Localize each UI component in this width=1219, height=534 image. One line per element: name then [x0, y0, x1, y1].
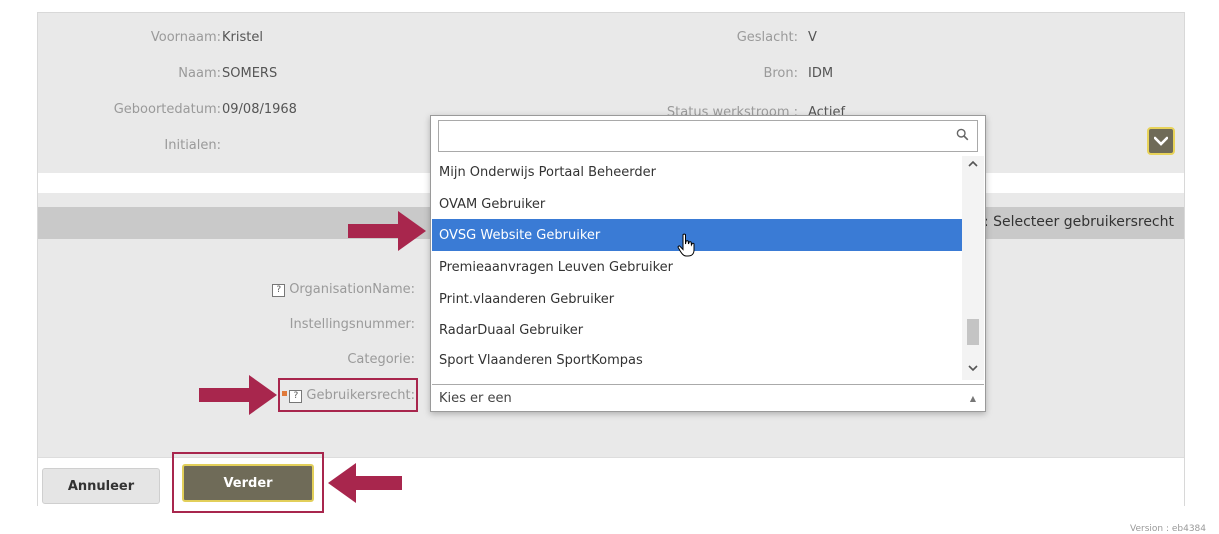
search-icon: [956, 128, 969, 145]
arrow-right-icon: [199, 375, 277, 415]
geslacht-label: Geslacht:: [736, 30, 798, 45]
instellingsnummer-label: Instellingsnummer:: [289, 317, 415, 332]
step-title: 3: Selecteer gebruikersrecht: [975, 214, 1174, 230]
caret-up-icon: ▲: [969, 394, 976, 403]
expand-toggle-button[interactable]: [1147, 127, 1175, 155]
dropdown-option[interactable]: Premieaanvragen Leuven Gebruiker: [432, 251, 962, 283]
initialen-label: Initialen:: [164, 138, 221, 153]
gebruikersrecht-label: ? Gebruikersrecht:: [282, 388, 415, 403]
dropdown-scrollbar[interactable]: [962, 156, 984, 380]
select-placeholder: Kies er een: [439, 391, 512, 406]
voornaam-label: Voornaam:: [150, 30, 221, 45]
dropdown-option-selected[interactable]: OVSG Website Gebruiker: [432, 219, 962, 251]
verder-button[interactable]: Verder: [182, 464, 314, 502]
chevron-down-icon[interactable]: [967, 364, 979, 372]
gebruikersrecht-select[interactable]: Kies er een ▲: [432, 384, 984, 411]
arrow-right-icon: [348, 211, 426, 251]
dropdown-option[interactable]: Sport Vlaanderen SportKompas: [432, 344, 962, 376]
hand-pointer-icon: [677, 233, 695, 257]
dropdown-option[interactable]: Mijn Onderwijs Portaal Beheerder: [432, 156, 962, 188]
arrow-left-icon: [328, 463, 402, 503]
required-marker: [282, 391, 288, 396]
organisation-name-label: ? OrganisationName:: [272, 282, 415, 297]
bron-value: IDM: [808, 66, 834, 81]
dropdown-search-box[interactable]: [438, 120, 978, 152]
organisation-name-text: OrganisationName:: [289, 282, 415, 297]
scrollbar-thumb[interactable]: [967, 319, 979, 345]
chevron-up-icon[interactable]: [967, 160, 979, 168]
naam-value: SOMERS: [222, 66, 278, 81]
geboortedatum-label: Geboortedatum:: [113, 102, 221, 117]
dropdown-option[interactable]: OVAM Gebruiker: [432, 188, 962, 220]
categorie-label: Categorie:: [347, 352, 415, 367]
dropdown-search-input[interactable]: [445, 125, 949, 149]
help-icon[interactable]: ?: [272, 284, 286, 297]
geboortedatum-value: 09/08/1968: [222, 102, 297, 117]
gebruikersrecht-text: Gebruikersrecht:: [306, 388, 415, 403]
dropdown-option[interactable]: Print.vlaanderen Gebruiker: [432, 283, 962, 315]
gebruikersrecht-dropdown[interactable]: Mijn Onderwijs Portaal Beheerder OVAM Ge…: [430, 115, 986, 412]
naam-label: Naam:: [178, 66, 221, 81]
dropdown-option[interactable]: RadarDuaal Gebruiker: [432, 314, 962, 346]
voornaam-value: Kristel: [222, 30, 263, 45]
annuleer-button[interactable]: Annuleer: [42, 468, 160, 504]
chevron-down-icon: [1154, 136, 1168, 146]
geslacht-value: V: [808, 30, 817, 45]
help-icon[interactable]: ?: [289, 390, 303, 403]
bron-label: Bron:: [763, 66, 798, 81]
